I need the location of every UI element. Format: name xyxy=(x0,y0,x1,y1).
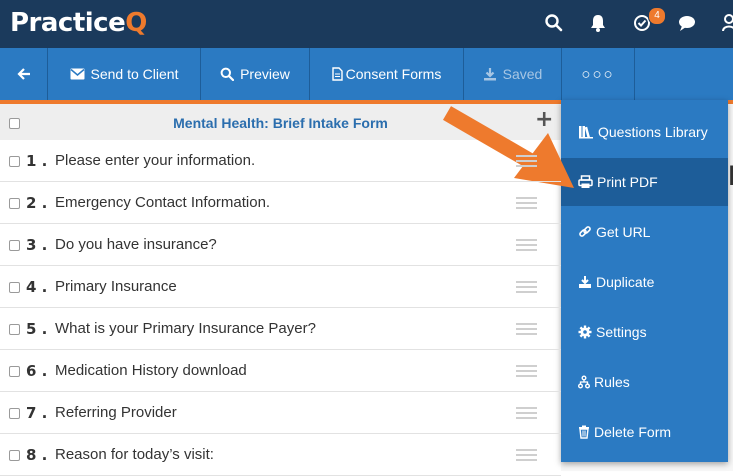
drag-handle-icon[interactable] xyxy=(516,323,537,335)
bell-icon[interactable] xyxy=(587,12,609,34)
saved-label: Saved xyxy=(502,66,543,82)
question-row[interactable]: 6 . Medication History download xyxy=(0,350,561,392)
question-number: 8 . xyxy=(26,446,48,464)
question-checkbox[interactable] xyxy=(9,408,20,419)
download-icon xyxy=(483,68,496,81)
document-icon xyxy=(331,67,343,81)
menu-item-label: Settings xyxy=(596,324,647,340)
preview-peek-letter: l xyxy=(728,162,733,192)
consent-forms-label: Consent Forms xyxy=(345,66,442,82)
question-checkbox[interactable] xyxy=(9,240,20,251)
menu-item-settings[interactable]: Settings xyxy=(561,308,728,356)
question-number: 1 . xyxy=(26,152,48,170)
drag-handle-icon[interactable] xyxy=(516,281,537,293)
question-checkbox[interactable] xyxy=(9,324,20,335)
duplicate-icon xyxy=(578,275,596,289)
question-number: 3 . xyxy=(26,236,48,254)
question-number: 5 . xyxy=(26,320,48,338)
question-checkbox[interactable] xyxy=(9,282,20,293)
envelope-icon xyxy=(70,68,85,80)
search-icon xyxy=(220,67,235,81)
menu-item-print-pdf[interactable]: Print PDF xyxy=(561,158,728,206)
menu-item-duplicate[interactable]: Duplicate xyxy=(561,258,728,306)
preview-label: Preview xyxy=(240,66,290,82)
menu-item-rules[interactable]: Rules xyxy=(561,358,728,406)
question-checkbox[interactable] xyxy=(9,198,20,209)
question-row[interactable]: 5 . What is your Primary Insurance Payer? xyxy=(0,308,561,350)
consent-forms-button[interactable]: Consent Forms xyxy=(309,48,463,100)
menu-item-label: Questions Library xyxy=(598,124,708,140)
drag-handle-icon[interactable] xyxy=(516,449,537,461)
question-row[interactable]: 8 . Reason for today’s visit: xyxy=(0,434,561,476)
question-row[interactable]: 4 . Primary Insurance xyxy=(0,266,561,308)
user-group-icon[interactable] xyxy=(721,12,733,34)
menu-item-get-url[interactable]: Get URL xyxy=(561,208,728,256)
question-row[interactable]: 1 . Please enter your information. xyxy=(0,140,561,182)
saved-button[interactable]: Saved xyxy=(463,48,561,100)
question-checkbox[interactable] xyxy=(9,450,20,461)
arrow-left-icon xyxy=(16,68,30,80)
menu-item-delete-form[interactable]: Delete Form xyxy=(561,408,728,456)
drag-handle-icon[interactable] xyxy=(516,155,537,167)
more-options-label: ○○○ xyxy=(581,65,615,83)
search-icon[interactable] xyxy=(543,12,565,34)
menu-item-label: Get URL xyxy=(596,224,651,240)
menu-item-label: Rules xyxy=(594,374,630,390)
drag-handle-icon[interactable] xyxy=(516,365,537,377)
practiceq-logo[interactable]: PracticeQ xyxy=(10,5,147,41)
question-text: Medication History download xyxy=(55,362,247,379)
question-row[interactable]: 3 . Do you have insurance? xyxy=(0,224,561,266)
back-button[interactable] xyxy=(0,48,47,100)
question-number: 6 . xyxy=(26,362,48,380)
question-number: 7 . xyxy=(26,404,48,422)
question-text: Do you have insurance? xyxy=(55,236,217,253)
rules-icon xyxy=(578,375,594,389)
menu-item-label: Print PDF xyxy=(597,174,658,190)
question-text: Primary Insurance xyxy=(55,278,177,295)
question-row[interactable]: 2 . Emergency Contact Information. xyxy=(0,182,561,224)
menu-item-questions-library[interactable]: Questions Library xyxy=(561,108,728,156)
send-to-client-label: Send to Client xyxy=(90,66,179,82)
question-row[interactable]: 7 . Referring Provider xyxy=(0,392,561,434)
link-icon xyxy=(578,225,596,239)
send-to-client-button[interactable]: Send to Client xyxy=(47,48,200,100)
question-number: 2 . xyxy=(26,194,48,212)
question-checkbox[interactable] xyxy=(9,366,20,377)
drag-handle-icon[interactable] xyxy=(516,407,537,419)
form-title: Mental Health: Brief Intake Form xyxy=(173,115,388,131)
question-text: Reason for today’s visit: xyxy=(55,446,214,463)
preview-button[interactable]: Preview xyxy=(200,48,309,100)
question-checkbox[interactable] xyxy=(9,156,20,167)
menu-item-label: Duplicate xyxy=(596,274,655,290)
question-text: Please enter your information. xyxy=(55,152,256,169)
question-number: 4 . xyxy=(26,278,48,296)
menu-item-label: Delete Form xyxy=(594,424,672,440)
trash-icon xyxy=(578,425,594,439)
chat-icon[interactable] xyxy=(676,12,698,34)
notification-badge: 4 xyxy=(648,7,666,25)
printer-icon xyxy=(578,175,597,189)
question-text: Referring Provider xyxy=(55,404,177,421)
gear-icon xyxy=(578,325,596,339)
drag-handle-icon[interactable] xyxy=(516,197,537,209)
question-text: What is your Primary Insurance Payer? xyxy=(55,320,316,337)
more-options-button[interactable]: ○○○ xyxy=(561,48,635,100)
books-icon xyxy=(578,125,598,139)
add-question-button[interactable]: + xyxy=(535,107,553,132)
drag-handle-icon[interactable] xyxy=(516,239,537,251)
question-text: Emergency Contact Information. xyxy=(55,194,271,211)
